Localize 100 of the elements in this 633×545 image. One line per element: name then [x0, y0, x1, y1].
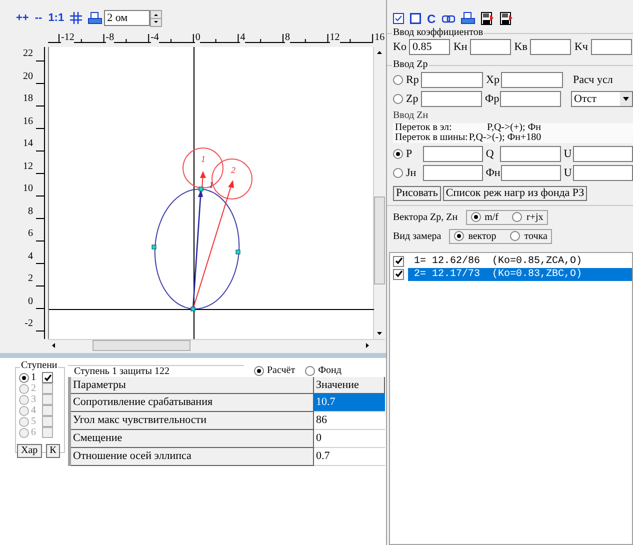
- toolbar-button[interactable]: 1:1: [48, 10, 64, 26]
- checkbox[interactable]: [42, 372, 53, 383]
- checkbox-icon[interactable]: [393, 13, 404, 24]
- radio-button[interactable]: [454, 231, 464, 241]
- scale-field[interactable]: 2 ом: [104, 10, 150, 26]
- radio-label: m/f: [484, 210, 498, 224]
- radio-button[interactable]: [393, 94, 403, 104]
- input-field[interactable]: 0.85: [409, 39, 450, 56]
- checkbox[interactable]: [393, 256, 404, 266]
- input-field[interactable]: [501, 72, 563, 88]
- radio-button[interactable]: [254, 366, 264, 376]
- scrollbar[interactable]: [373, 47, 385, 339]
- radio-label: Jн: [406, 166, 418, 181]
- radio-label: Расчёт: [267, 364, 296, 378]
- ruler-label: 0: [195, 32, 200, 43]
- step-button[interactable]: К: [46, 444, 60, 458]
- input-field[interactable]: [500, 165, 561, 182]
- ruler-label: 14: [23, 139, 33, 151]
- radio-button[interactable]: [510, 231, 520, 241]
- toolbar-button[interactable]: ++: [16, 10, 29, 26]
- point-marker: [152, 244, 156, 250]
- field-label: Xр: [486, 72, 498, 88]
- input-field[interactable]: [422, 165, 483, 182]
- radio-button[interactable]: [305, 366, 316, 376]
- spin-button[interactable]: [150, 10, 162, 26]
- input-field[interactable]: [500, 146, 561, 162]
- step-label: 4: [31, 406, 37, 416]
- note-label: Переток в шины:: [395, 132, 469, 142]
- input-field[interactable]: [500, 91, 562, 108]
- step-label: 3: [31, 394, 37, 404]
- radio-button[interactable]: [470, 212, 481, 222]
- radio-label: r+jx: [526, 210, 544, 224]
- dropdown[interactable]: Отст: [571, 91, 633, 108]
- printer-icon[interactable]: [88, 12, 102, 24]
- table-cell: Угол макс чувствительности: [71, 412, 314, 430]
- field-label: U: [564, 166, 570, 181]
- column-header[interactable]: Значение: [314, 377, 385, 394]
- point-marker: [198, 186, 204, 192]
- table-cell: Отношение осей эллипса: [71, 448, 314, 466]
- ruler-label: 18: [23, 94, 33, 106]
- input-field[interactable]: [530, 39, 572, 56]
- table-cell: Смещение: [71, 430, 314, 448]
- field-label: Вид замера: [393, 230, 442, 244]
- group-title: Ступени: [20, 361, 58, 371]
- ruler-label: 4: [240, 32, 246, 43]
- step-button[interactable]: Хар: [17, 444, 42, 458]
- radio-label: точка: [524, 230, 548, 244]
- checkbox[interactable]: [393, 268, 404, 280]
- step-label: 5: [31, 416, 37, 426]
- radio-button[interactable]: [19, 372, 29, 382]
- scrollbar[interactable]: [48, 339, 385, 351]
- table-cell[interactable]: 10.7: [314, 394, 385, 412]
- step-label: 6: [31, 428, 37, 438]
- field-label: Kв: [514, 40, 528, 55]
- ruler-label: -2: [24, 319, 33, 331]
- grid-icon[interactable]: [70, 12, 82, 24]
- link-icon[interactable]: [442, 14, 455, 22]
- printer-icon[interactable]: [460, 12, 475, 25]
- group-title: Ввод Zр: [392, 58, 429, 70]
- circle-marker: [212, 158, 252, 200]
- list-item[interactable]: 2= 12.17/73 (Ko=0.83,ZBC,O): [408, 268, 632, 280]
- action-button[interactable]: Рисовать: [393, 186, 441, 200]
- note-label: Переток в эл:: [395, 122, 453, 132]
- input-field[interactable]: [572, 165, 633, 182]
- vector-label: 2: [231, 166, 236, 175]
- input-field[interactable]: [590, 39, 632, 56]
- toolbar-button[interactable]: --: [34, 10, 42, 26]
- note-text: P,Q->(+); Фн: [487, 122, 541, 132]
- field-label: Вектора Zр, Zн: [393, 210, 459, 224]
- ruler-label: 4: [28, 252, 33, 264]
- table-cell: Сопротивление срабатывания: [71, 394, 314, 412]
- toolbar-button[interactable]: C: [427, 12, 436, 24]
- radio-button[interactable]: [393, 148, 403, 159]
- action-button[interactable]: Список реж нагр из фонда РЗ: [442, 186, 588, 200]
- radio-button[interactable]: [393, 74, 403, 85]
- input-field[interactable]: [572, 146, 633, 162]
- vector-label: 1: [201, 155, 206, 164]
- input-field[interactable]: [470, 39, 512, 56]
- field-label: Фн: [486, 166, 498, 181]
- list-item[interactable]: 1= 12.62/86 (Ko=0.85,ZCA,O): [408, 254, 632, 268]
- input-field[interactable]: [422, 146, 483, 162]
- radio-button[interactable]: [512, 212, 522, 222]
- column-header[interactable]: Параметры: [71, 377, 314, 394]
- step-label: 2: [31, 384, 37, 394]
- ruler-label: 12: [330, 32, 340, 43]
- ruler-label: 6: [28, 229, 33, 241]
- field-label: Ko: [393, 40, 406, 55]
- ruler-label: 10: [23, 184, 33, 196]
- radio-label: P: [406, 146, 414, 162]
- radio-label: Фонд: [318, 364, 342, 378]
- ruler-label: -12: [61, 32, 74, 43]
- radio-button[interactable]: [393, 168, 403, 178]
- square-icon[interactable]: [410, 13, 421, 24]
- ruler-label: 22: [23, 49, 33, 61]
- input-field[interactable]: [421, 91, 482, 108]
- ruler-label: 16: [374, 32, 385, 43]
- input-field[interactable]: [421, 72, 483, 88]
- step-label: 1: [31, 372, 37, 382]
- note-text: P,Q->(-); Фн+180: [468, 132, 542, 142]
- radio-label: Rр: [406, 72, 418, 88]
